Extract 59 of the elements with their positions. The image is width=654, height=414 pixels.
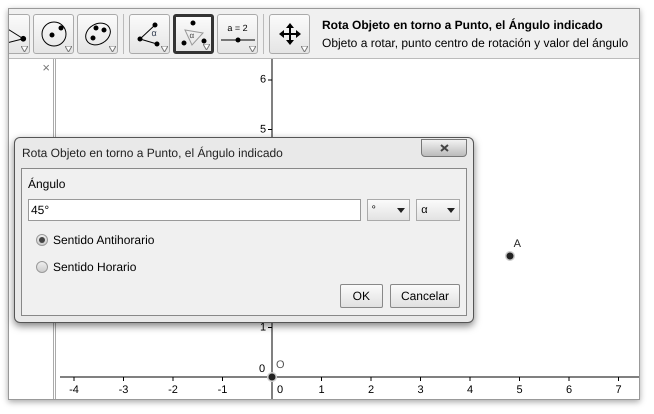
tool-button[interactable]	[33, 14, 74, 54]
axis-tick-label: 1	[260, 322, 266, 333]
point-label: O	[276, 360, 285, 371]
point-icon[interactable]	[266, 371, 278, 383]
axis-tick-label: 5	[516, 385, 523, 396]
symbol-dropdown[interactable]: °	[366, 199, 410, 221]
dropdown-triangle-icon	[21, 46, 28, 52]
dialog-title: Rota Objeto en torno a Punto, el Ángulo indicado	[22, 145, 283, 162]
tool-description: Objeto a rotar, punto centro de rotación y valor del ángulo	[322, 34, 628, 52]
tool-title: Rota Objeto en torno a Punto, el Ángulo indicado	[322, 16, 604, 34]
symbol-dropdown[interactable]: α	[416, 199, 460, 221]
caret-icon	[397, 208, 406, 212]
dialog-button[interactable]: Cancelar	[390, 284, 460, 308]
angle-label: α	[152, 28, 157, 38]
caret-icon	[447, 208, 456, 212]
angle-label: α	[190, 32, 194, 40]
angle-input[interactable]: 45°	[28, 199, 361, 221]
dropdown-triangle-icon	[301, 46, 308, 52]
point-icon[interactable]	[504, 250, 516, 262]
dropdown-triangle-icon	[109, 46, 116, 52]
radio-button[interactable]	[36, 234, 48, 246]
tool-button[interactable]: a = 2	[217, 14, 258, 54]
axis-tick-label: 5	[260, 124, 266, 135]
circle-icon	[38, 18, 68, 48]
slider-label: a = 2	[227, 24, 248, 33]
dialog-button[interactable]: OK	[340, 284, 383, 308]
slider-icon	[220, 37, 254, 43]
dropdown-triangle-icon	[203, 44, 210, 50]
close-button[interactable]: ×	[42, 61, 50, 74]
close-icon	[440, 144, 448, 152]
tool-button[interactable]	[9, 14, 30, 54]
radio-option[interactable]: Sentido Antihorario	[36, 231, 154, 249]
dropdown-triangle-icon	[249, 46, 256, 52]
axis-tick-label: 6	[260, 74, 266, 86]
rotate-icon	[178, 18, 208, 48]
axis-tick-label: 6	[566, 385, 572, 396]
move-icon	[278, 22, 300, 44]
axis-tick-label: 0	[259, 364, 266, 375]
point-label: A	[514, 238, 521, 250]
tool-button[interactable]	[77, 14, 118, 54]
close-button[interactable]	[421, 139, 467, 157]
axis-tick-label: -1	[218, 385, 228, 396]
axis-tick-label: 2	[368, 385, 374, 396]
axis-tick-label: 0	[276, 385, 284, 396]
dropdown-triangle-icon	[161, 46, 168, 52]
field-label: Ángulo	[28, 176, 66, 193]
dropdown-triangle-icon	[65, 46, 72, 52]
radio-option[interactable]: Sentido Horario	[36, 258, 136, 276]
axis-tick-label: 7	[615, 385, 622, 396]
tool-button[interactable]: α	[173, 14, 214, 54]
axis-tick-label: -3	[118, 385, 128, 396]
radio-button[interactable]	[36, 261, 48, 273]
axis-tick-label: -4	[69, 385, 79, 396]
tool-button[interactable]: α	[129, 14, 170, 54]
axis-tick-label: 4	[466, 385, 474, 396]
tool-button[interactable]	[269, 14, 310, 54]
axis-tick-label: -2	[168, 385, 178, 396]
axis-tick-label: 3	[417, 385, 424, 396]
axis-tick-label: 1	[318, 385, 325, 396]
